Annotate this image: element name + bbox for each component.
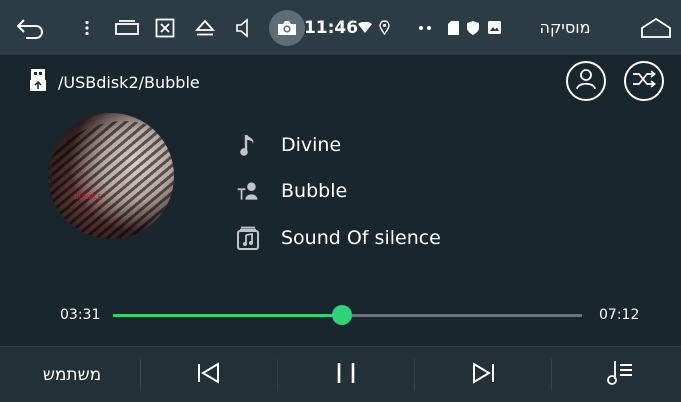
clock-time: 11:46: [303, 17, 359, 38]
music-note-icon: [236, 133, 260, 157]
user-button[interactable]: משתמש: [4, 347, 140, 402]
elapsed-time: 03:31: [60, 307, 101, 323]
previous-button[interactable]: [141, 347, 277, 402]
more-vert-icon[interactable]: [78, 0, 96, 55]
location-icon: [376, 0, 392, 55]
image-icon: [485, 0, 503, 55]
camera-icon[interactable]: [269, 10, 305, 46]
progress-bar[interactable]: [113, 305, 582, 325]
total-time: 07:12: [599, 307, 640, 323]
playlist-button[interactable]: [552, 347, 681, 402]
previous-icon: [196, 361, 222, 389]
track-title: Divine: [281, 134, 342, 156]
app-title: מוסיקה: [539, 18, 591, 37]
track-title-row: Divine: [236, 128, 341, 162]
pause-icon: [333, 360, 359, 390]
track-artist-row: Bubble: [236, 174, 347, 208]
player-panel: /USBdisk2/Bubble slapdjack BUBBLE Divine…: [0, 55, 681, 346]
path-label: /USBdisk2/Bubble: [58, 72, 200, 92]
person-icon: [574, 67, 598, 95]
artist-icon: [236, 179, 260, 203]
track-artist: Bubble: [281, 180, 348, 202]
album-art-subtext: BUBBLE: [74, 193, 102, 201]
folder-path: /USBdisk2/Bubble: [30, 68, 200, 96]
playlist-icon: [605, 359, 635, 391]
status-bar: 11:46 מוסיקה: [0, 0, 681, 55]
close-box-icon[interactable]: [150, 0, 180, 55]
user-label: משתמש: [42, 364, 102, 385]
account-button[interactable]: [566, 61, 606, 101]
wifi-icon: [356, 0, 374, 55]
shuffle-icon: [631, 68, 657, 94]
shield-icon: [464, 0, 482, 55]
eject-icon[interactable]: [190, 0, 220, 55]
home-icon[interactable]: [636, 0, 676, 55]
recent-apps-icon[interactable]: [112, 0, 142, 55]
control-bar: משתמש: [0, 346, 681, 402]
progress-fill: [113, 314, 343, 317]
track-album: Sound Of silence: [281, 227, 441, 249]
album-art: slapdjack BUBBLE: [48, 113, 174, 239]
next-icon: [470, 361, 496, 389]
track-album-row: Sound Of silence: [236, 221, 441, 255]
more-dots-icon: [414, 0, 436, 55]
album-art-text: slapdjack: [48, 141, 54, 189]
shuffle-button[interactable]: [624, 61, 664, 101]
sd-card-icon: [444, 0, 462, 55]
album-icon: [236, 226, 260, 250]
next-button[interactable]: [415, 347, 551, 402]
back-arrow-icon[interactable]: [10, 0, 52, 55]
usb-drive-icon: [30, 68, 46, 96]
progress-knob[interactable]: [332, 305, 353, 325]
volume-icon[interactable]: [228, 0, 258, 55]
pause-button[interactable]: [278, 347, 414, 402]
